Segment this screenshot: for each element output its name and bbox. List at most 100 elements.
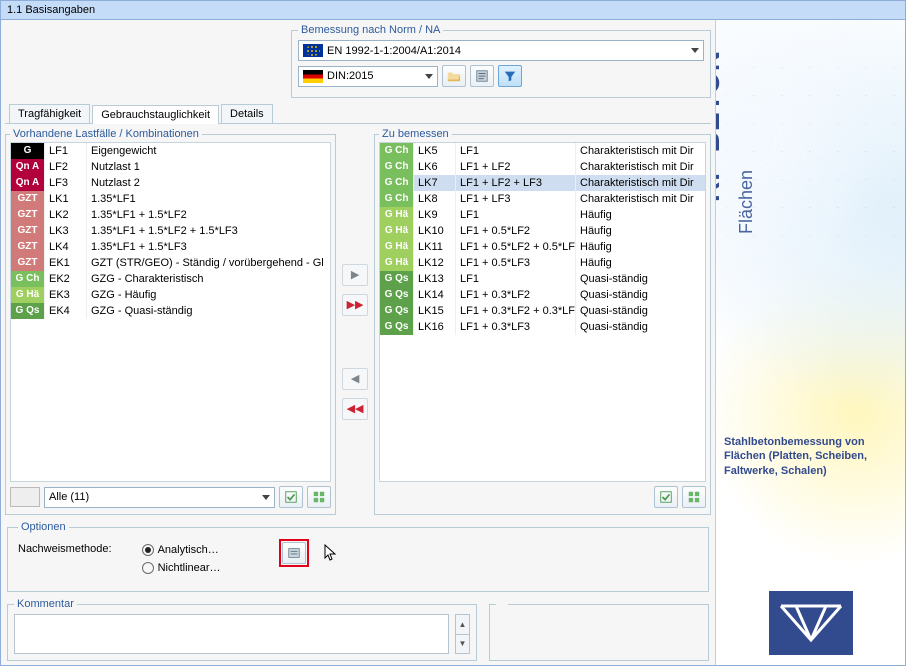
list-item[interactable]: G QsLK13LF1Quasi-ständig [380, 271, 705, 287]
list-item[interactable]: G HäLK11LF1 + 0.5*LF2 + 0.5*LFHäufig [380, 239, 705, 255]
list-item[interactable]: GLF1Eigengewicht [11, 143, 330, 159]
load-type-tag: Qn A [11, 175, 45, 191]
list-item[interactable]: G HäEK3GZG - Häufig [11, 287, 330, 303]
open-file-button[interactable] [442, 65, 466, 87]
module-subtitle: Flächen [736, 170, 757, 234]
radio-analytical[interactable]: Analytisch… [142, 541, 221, 559]
load-id: LK5 [414, 143, 456, 159]
list-item[interactable]: G HäLK9LF1Häufig [380, 207, 705, 223]
list-item[interactable]: G ChLK6LF1 + LF2Charakteristisch mit Dir [380, 159, 705, 175]
load-id: LK11 [414, 239, 456, 255]
list-item[interactable]: GZTLK21.35*LF1 + 1.5*LF2 [11, 207, 330, 223]
list-item[interactable]: GZTLK31.35*LF1 + 1.5*LF2 + 1.5*LF3 [11, 223, 330, 239]
filter-button[interactable] [498, 65, 522, 87]
load-desc: LF1 + LF2 [456, 159, 575, 175]
select-all-button[interactable] [279, 486, 303, 508]
na-dropdown[interactable]: DIN:2015 [298, 66, 438, 87]
load-desc: LF1 + 0.5*LF2 [456, 223, 575, 239]
load-desc: LF1 + 0.5*LF2 + 0.5*LF [456, 239, 575, 255]
radio-analytical-label: Analytisch… [158, 544, 219, 556]
load-desc: LF1 [456, 143, 575, 159]
load-id: LK12 [414, 255, 456, 271]
list-item[interactable]: G HäLK10LF1 + 0.5*LF2Häufig [380, 223, 705, 239]
load-detail: Quasi-ständig [575, 303, 705, 319]
load-detail: Quasi-ständig [575, 271, 705, 287]
comment-textarea[interactable] [14, 614, 449, 654]
list-item[interactable]: GZTLK11.35*LF1 [11, 191, 330, 207]
list-item[interactable]: G ChLK8LF1 + LF3Charakteristisch mit Dir [380, 191, 705, 207]
load-id: LK2 [45, 207, 87, 223]
load-type-tag: G Ch [11, 271, 45, 287]
norm-value: EN 1992-1-1:2004/A1:2014 [327, 45, 461, 57]
load-detail: Quasi-ständig [575, 287, 705, 303]
select-all-right-button[interactable] [654, 486, 678, 508]
load-id: LK15 [414, 303, 456, 319]
load-id: EK2 [45, 271, 87, 287]
load-id: LK10 [414, 223, 456, 239]
load-detail: Häufig [575, 223, 705, 239]
available-loads-group: Vorhandene Lastfälle / Kombinationen GLF… [5, 128, 336, 515]
add-selection-button[interactable] [307, 486, 331, 508]
list-item[interactable]: G QsLK16LF1 + 0.3*LF3Quasi-ständig [380, 319, 705, 335]
tab-details[interactable]: Details [221, 104, 273, 123]
to-design-list[interactable]: G ChLK5LF1Charakteristisch mit DirG ChLK… [379, 142, 706, 482]
move-all-right-button[interactable]: ▶▶ [342, 294, 368, 316]
settings-highlight [279, 539, 309, 567]
filter-dropdown[interactable]: Alle (11) [44, 487, 275, 508]
load-desc: GZG - Charakteristisch [87, 271, 330, 287]
list-item[interactable]: GZTLK41.35*LF1 + 1.5*LF3 [11, 239, 330, 255]
to-design-group: Zu bemessen G ChLK5LF1Charakteristisch m… [374, 128, 711, 515]
load-id: LK9 [414, 207, 456, 223]
module-description: Stahlbetonbemessung von Flächen (Platten… [724, 435, 897, 478]
load-desc: 1.35*LF1 [87, 191, 330, 207]
move-all-left-button[interactable]: ◀◀ [342, 398, 368, 420]
chevron-down-icon [691, 48, 699, 53]
load-detail: Häufig [575, 207, 705, 223]
move-left-button[interactable]: ◀ [342, 368, 368, 390]
list-item[interactable]: G ChEK2GZG - Charakteristisch [11, 271, 330, 287]
norm-dropdown[interactable]: EN 1992-1-1:2004/A1:2014 [298, 40, 704, 61]
load-id: LK7 [414, 175, 456, 191]
load-type-tag: G Hä [380, 207, 414, 223]
load-type-tag: Qn A [11, 159, 45, 175]
load-type-tag: GZT [11, 239, 45, 255]
list-item[interactable]: Qn ALF3Nutzlast 2 [11, 175, 330, 191]
load-type-tag: G Qs [380, 303, 414, 319]
list-item[interactable]: G QsLK15LF1 + 0.3*LF2 + 0.3*LFQuasi-stän… [380, 303, 705, 319]
list-item[interactable]: G QsEK4GZG - Quasi-ständig [11, 303, 330, 319]
group-right-button[interactable] [682, 486, 706, 508]
load-detail: Charakteristisch mit Dir [575, 191, 705, 207]
load-id: LK14 [414, 287, 456, 303]
load-id: LK13 [414, 271, 456, 287]
list-item[interactable]: G HäLK12LF1 + 0.5*LF3Häufig [380, 255, 705, 271]
comment-spinner[interactable]: ▲▼ [455, 614, 470, 654]
load-id: LK1 [45, 191, 87, 207]
load-type-tag: GZT [11, 223, 45, 239]
method-label: Nachweismethode: [18, 541, 112, 555]
list-item[interactable]: G QsLK14LF1 + 0.3*LF2Quasi-ständig [380, 287, 705, 303]
load-desc: 1.35*LF1 + 1.5*LF2 [87, 207, 330, 223]
list-item[interactable]: GZTEK1GZT (STR/GEO) - Ständig / vorüberg… [11, 255, 330, 271]
list-item[interactable]: Qn ALF2Nutzlast 1 [11, 159, 330, 175]
move-right-button[interactable]: ▶ [342, 264, 368, 286]
edit-params-button[interactable] [470, 65, 494, 87]
load-desc: GZG - Häufig [87, 287, 330, 303]
list-item[interactable]: G ChLK7LF1 + LF2 + LF3Charakteristisch m… [380, 175, 705, 191]
load-type-tag: GZT [11, 191, 45, 207]
window-title: 1.1 Basisangaben [1, 1, 905, 20]
load-type-tag: G Hä [380, 239, 414, 255]
options-legend: Optionen [18, 521, 69, 533]
load-desc: LF1 + LF2 + LF3 [456, 175, 575, 191]
method-settings-button[interactable] [282, 542, 306, 564]
tab-ultimate[interactable]: Tragfähigkeit [9, 104, 90, 123]
tab-serviceability[interactable]: Gebrauchstauglichkeit [92, 105, 219, 124]
available-loads-list[interactable]: GLF1EigengewichtQn ALF2Nutzlast 1Qn ALF3… [10, 142, 331, 482]
load-desc: Nutzlast 1 [87, 159, 330, 175]
chevron-down-icon [262, 495, 270, 500]
load-id: LK4 [45, 239, 87, 255]
load-type-tag: G Ch [380, 143, 414, 159]
load-desc: Nutzlast 2 [87, 175, 330, 191]
load-id: LK16 [414, 319, 456, 335]
radio-nonlinear[interactable]: Nichtlinear… [142, 559, 221, 577]
list-item[interactable]: G ChLK5LF1Charakteristisch mit Dir [380, 143, 705, 159]
